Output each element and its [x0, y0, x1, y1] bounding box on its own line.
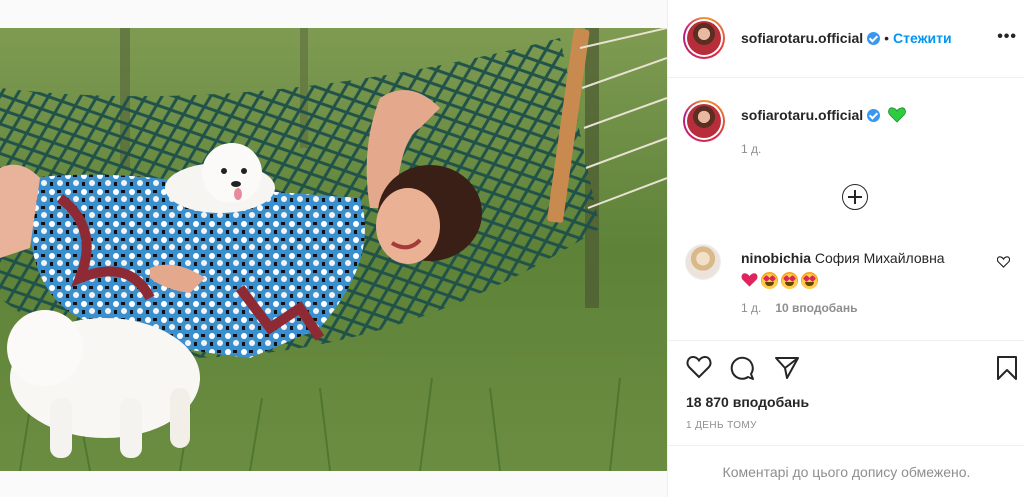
- send-icon[interactable]: [774, 355, 800, 381]
- post-side-panel: sofiarotaru.official • Стежити ••• sofiaro…: [667, 0, 1024, 497]
- green-heart-icon: [888, 107, 906, 126]
- likes-count[interactable]: 18 870 вподобань: [686, 394, 809, 410]
- post-photo[interactable]: [0, 28, 667, 471]
- commenter-username[interactable]: ninobichia: [741, 250, 811, 266]
- red-heart-icon: [741, 272, 758, 289]
- more-options-icon[interactable]: •••: [997, 28, 1017, 46]
- heart-eyes-icon: [781, 272, 798, 289]
- separator: •: [884, 30, 890, 46]
- post-header: sofiarotaru.official • Стежити •••: [668, 0, 1024, 78]
- heart-eyes-icon: [761, 272, 778, 289]
- comment-like-heart-icon[interactable]: [996, 255, 1011, 273]
- follow-button[interactable]: Стежити: [893, 30, 952, 46]
- comment-text: София Михайловна: [814, 250, 945, 266]
- comment-likes[interactable]: 10 вподобань: [775, 301, 857, 315]
- comment-body: ninobichia София Михайловна: [741, 248, 991, 291]
- caption-username[interactable]: sofiarotaru.official: [741, 107, 863, 123]
- heart-eyes-icon: [801, 272, 818, 289]
- post-photo-illustration: [0, 28, 667, 471]
- instagram-post: sofiarotaru.official • Стежити ••• sofiaro…: [0, 0, 1024, 497]
- comment-icon[interactable]: [729, 355, 755, 381]
- bookmark-icon[interactable]: [995, 355, 1021, 381]
- caption-avatar[interactable]: [683, 100, 725, 142]
- comment-emojis: [741, 272, 818, 289]
- verified-badge-icon: [867, 32, 881, 45]
- comment-meta: 1 д. 10 вподобань: [741, 301, 857, 315]
- comments-limited-notice: Коментарі до цього допису обмежено.: [668, 445, 1024, 497]
- post-actions: 18 870 вподобань 1 ДЕНЬ ТОМУ Коментарі д…: [668, 340, 1024, 497]
- commenter-avatar[interactable]: [685, 244, 721, 280]
- plus-circle-icon[interactable]: [842, 184, 868, 210]
- post-date[interactable]: 1 ДЕНЬ ТОМУ: [686, 420, 757, 431]
- author-username[interactable]: sofiarotaru.official: [741, 30, 863, 46]
- author-avatar[interactable]: [683, 17, 725, 59]
- like-heart-icon[interactable]: [686, 355, 712, 381]
- author-line: sofiarotaru.official • Стежити: [741, 30, 952, 46]
- verified-badge-icon: [867, 109, 881, 122]
- caption-time[interactable]: 1 д.: [741, 142, 761, 156]
- comment-time[interactable]: 1 д.: [741, 301, 761, 315]
- caption-line: sofiarotaru.official: [741, 107, 906, 126]
